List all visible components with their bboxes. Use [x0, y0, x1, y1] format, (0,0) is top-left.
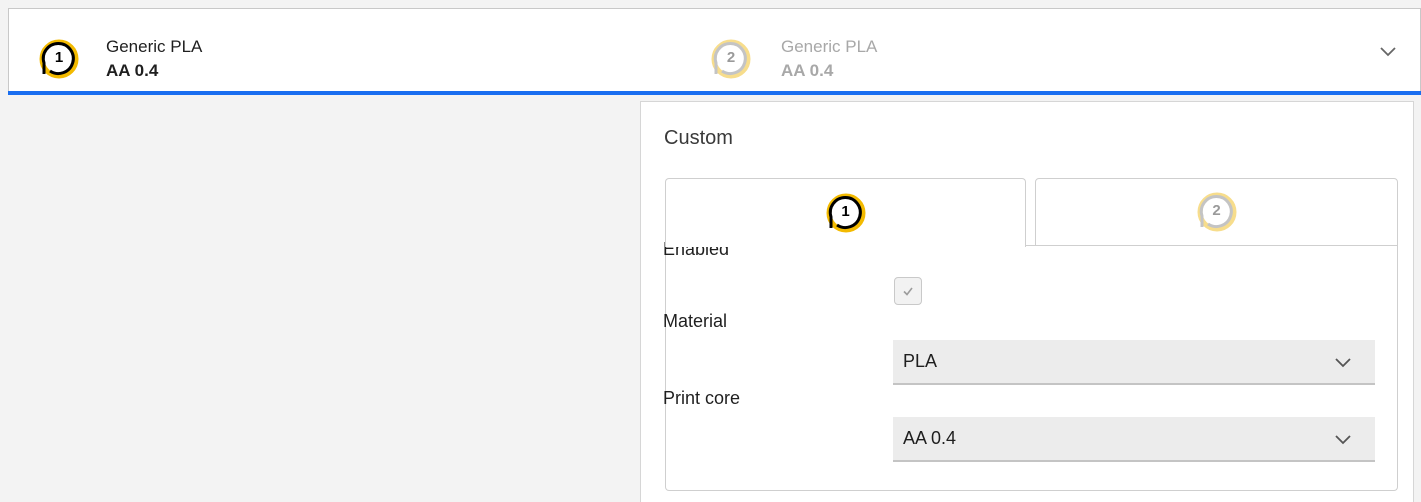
extruder-1-material: Generic PLA: [106, 37, 203, 56]
custom-config-panel: Custom 1 2 Enabled Material PLA Print co…: [640, 101, 1414, 502]
extruder-2-summary: 2 Generic PLA AA 0.4: [707, 31, 877, 87]
extruder-1-number: 1: [54, 49, 64, 66]
extruder-1-summary: 1 Generic PLA AA 0.4: [35, 31, 202, 87]
print-core-select-value: AA 0.4: [903, 428, 957, 448]
chevron-down-icon[interactable]: [1378, 41, 1398, 61]
extruder-1-badge-icon: 1: [35, 35, 83, 83]
extruder-2-badge-icon: 2: [707, 35, 755, 83]
chevron-down-icon: [1335, 358, 1351, 368]
tab-1-number: 1: [841, 203, 850, 220]
print-core-select[interactable]: AA 0.4: [893, 417, 1375, 462]
tab-2-number: 2: [1212, 202, 1221, 219]
material-select-value: PLA: [903, 351, 938, 371]
panel-title: Custom: [664, 127, 733, 149]
extruder-header-bar[interactable]: 1 Generic PLA AA 0.4 2 Generic PLA AA 0.…: [8, 8, 1421, 94]
material-label: Material: [663, 311, 728, 331]
extruder-2-number: 2: [726, 49, 736, 66]
enabled-checkbox[interactable]: [894, 277, 922, 305]
tab-extruder-2[interactable]: 2: [1035, 178, 1398, 246]
print-core-label: Print core: [663, 388, 741, 408]
extruder-2-badge-icon: 2: [1193, 188, 1241, 236]
chevron-down-icon: [1335, 435, 1351, 445]
extruder-1-badge-icon: 1: [822, 189, 870, 237]
extruder-2-core: AA 0.4: [781, 61, 834, 80]
tab-extruder-1[interactable]: 1: [665, 178, 1026, 247]
extruder-1-core: AA 0.4: [106, 61, 159, 80]
viewport-area: [0, 95, 640, 502]
tab-divider: [1025, 245, 1398, 246]
extruder-2-material: Generic PLA: [781, 37, 878, 56]
checkmark-icon: [903, 287, 913, 296]
material-select[interactable]: PLA: [893, 340, 1375, 385]
